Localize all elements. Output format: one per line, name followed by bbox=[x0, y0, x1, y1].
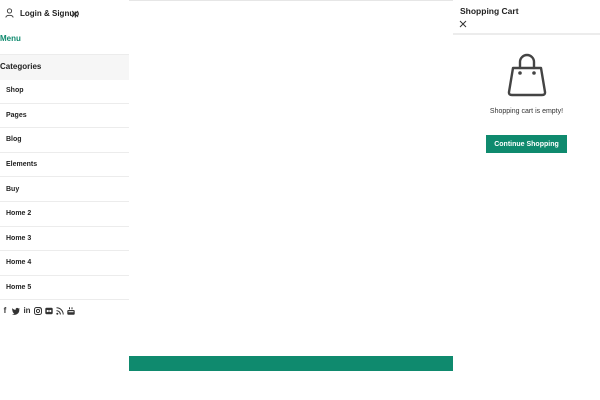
mobile-menu-panel: Login & Signup Menu Categories Shop Page… bbox=[0, 0, 129, 400]
category-item-home-2[interactable]: Home 2 bbox=[0, 202, 129, 227]
category-item-pages[interactable]: Pages bbox=[0, 104, 129, 129]
category-item-shop[interactable]: Shop bbox=[0, 79, 129, 104]
cart-header-divider bbox=[453, 33, 600, 35]
instagram-icon[interactable] bbox=[34, 306, 42, 315]
categories-label: Categories bbox=[0, 62, 42, 71]
user-icon bbox=[5, 8, 14, 18]
social-links: f in bbox=[1, 306, 75, 315]
category-item-home-3[interactable]: Home 3 bbox=[0, 227, 129, 252]
category-item-buy[interactable]: Buy bbox=[0, 177, 129, 202]
category-item-blog[interactable]: Blog bbox=[0, 128, 129, 153]
shopping-bag-icon bbox=[507, 53, 547, 97]
facebook-icon[interactable]: f bbox=[1, 306, 9, 315]
cart-title: Shopping Cart bbox=[460, 6, 519, 16]
rss-icon[interactable] bbox=[56, 306, 64, 315]
login-signup-link[interactable]: Login & Signup bbox=[5, 6, 79, 20]
footer-accent-bar bbox=[129, 356, 453, 371]
tab-categories[interactable]: Categories bbox=[0, 54, 129, 80]
shopping-cart-panel: Shopping Cart Shopping cart is empty! Co… bbox=[453, 0, 600, 400]
tab-menu[interactable]: Menu bbox=[0, 34, 21, 43]
youtube-icon[interactable] bbox=[67, 306, 75, 315]
category-item-elements[interactable]: Elements bbox=[0, 153, 129, 178]
category-item-home-4[interactable]: Home 4 bbox=[0, 251, 129, 276]
category-item-home-5[interactable]: Home 5 bbox=[0, 276, 129, 301]
twitter-icon[interactable] bbox=[12, 306, 20, 315]
cart-empty-message: Shopping cart is empty! bbox=[489, 108, 564, 115]
flickr-icon[interactable] bbox=[45, 306, 53, 315]
close-icon[interactable] bbox=[71, 10, 79, 18]
linkedin-icon[interactable]: in bbox=[23, 306, 31, 315]
close-icon[interactable] bbox=[459, 20, 467, 28]
continue-shopping-button[interactable]: Continue Shopping bbox=[486, 135, 567, 153]
category-list: Shop Pages Blog Elements Buy Home 2 Home… bbox=[0, 79, 129, 301]
